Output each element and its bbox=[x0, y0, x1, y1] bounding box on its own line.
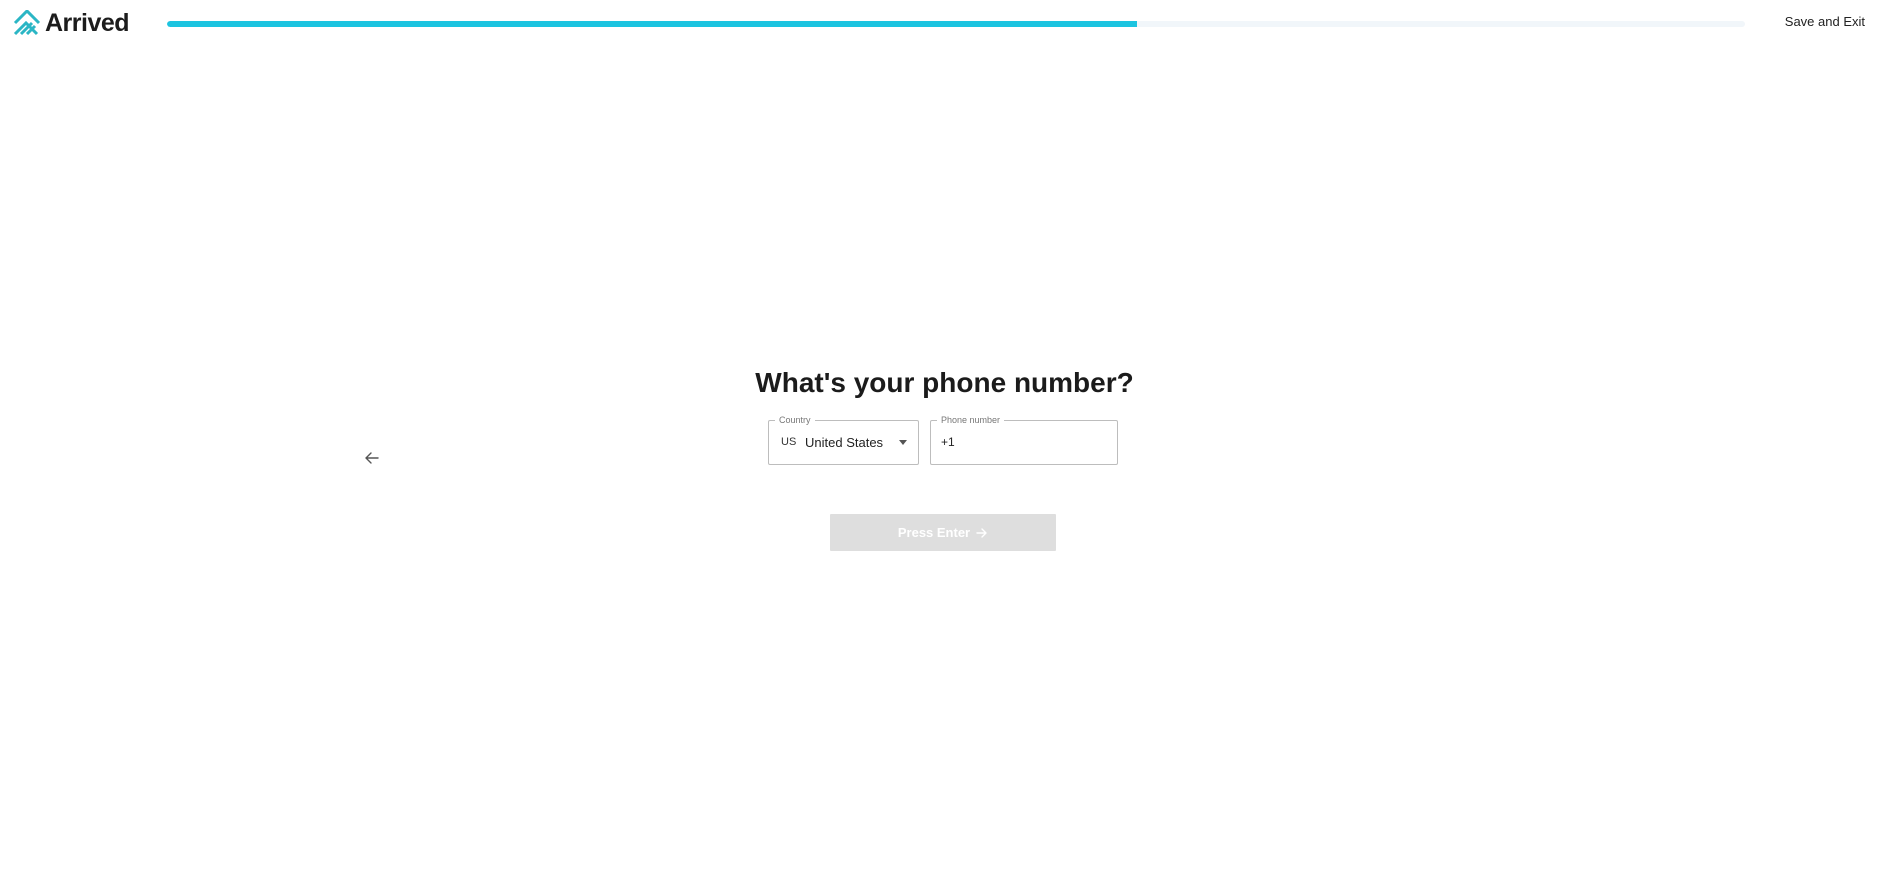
arrived-logo-icon bbox=[13, 10, 41, 36]
press-enter-label: Press Enter bbox=[897, 525, 971, 540]
press-enter-button[interactable]: Press Enter bbox=[830, 514, 1056, 551]
phone-number-field: Phone number bbox=[930, 414, 1118, 465]
arrow-left-icon bbox=[363, 452, 381, 471]
progress-bar-fill bbox=[167, 21, 1138, 27]
back-button[interactable] bbox=[363, 449, 381, 467]
save-and-exit-link[interactable]: Save and Exit bbox=[1785, 14, 1865, 30]
country-name: United States bbox=[805, 435, 884, 450]
arrow-right-icon bbox=[976, 527, 988, 539]
top-bar: Arrived Save and Exit bbox=[0, 0, 1889, 48]
phone-number-label: Phone number bbox=[937, 414, 1005, 426]
page-title: What's your phone number? bbox=[755, 367, 1134, 398]
brand-name: Arrived bbox=[45, 9, 130, 37]
progress-bar bbox=[167, 21, 1745, 27]
country-label: Country bbox=[775, 414, 815, 426]
brand-logo[interactable]: Arrived bbox=[13, 9, 130, 37]
phone-number-input[interactable] bbox=[941, 433, 1106, 451]
country-select[interactable]: Country US United States bbox=[768, 414, 919, 465]
country-code: US bbox=[781, 436, 797, 448]
chevron-down-icon bbox=[899, 440, 907, 445]
